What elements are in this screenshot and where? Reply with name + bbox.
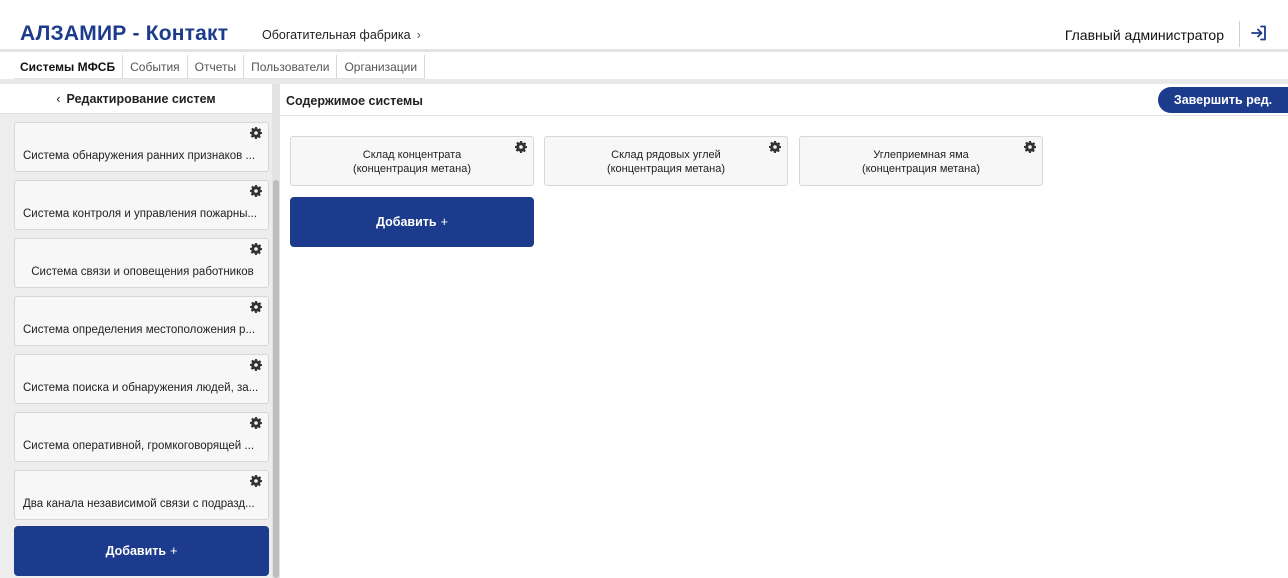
gear-icon[interactable] [250, 359, 262, 371]
plus-icon: + [440, 215, 448, 229]
systems-scrollbar-thumb[interactable] [273, 180, 279, 578]
gear-icon[interactable] [250, 127, 262, 139]
tab-events[interactable]: События [123, 55, 188, 79]
system-card-label: Два канала независимой связи с подразд..… [23, 498, 255, 510]
tab-reports[interactable]: Отчеты [188, 55, 245, 79]
panel-title: Редактирование систем [66, 91, 216, 106]
app-header: АЛЗАМИР - Контакт Обогатительная фабрика… [0, 0, 1288, 52]
element-card-line1: Углеприемная яма [873, 149, 969, 161]
system-card-label: Система обнаружения ранних признаков ... [23, 150, 256, 162]
gear-icon[interactable] [250, 475, 262, 487]
element-card-label: Склад концентрата (концентрация метана) [291, 148, 533, 176]
element-card[interactable]: Склад рядовых углей (концентрация метана… [544, 136, 788, 186]
main-tabs: Системы МФСБ События Отчеты Пользователи… [14, 55, 426, 79]
gear-icon[interactable] [250, 243, 262, 255]
logout-icon[interactable] [1250, 24, 1268, 42]
add-system-label: Добавить [105, 544, 167, 558]
element-card[interactable]: Склад концентрата (концентрация метана) [290, 136, 534, 186]
user-name[interactable]: Главный администратор [1065, 27, 1224, 43]
system-card[interactable]: Система обнаружения ранних признаков ... [14, 122, 269, 172]
app-title: АЛЗАМИР - Контакт [20, 22, 229, 45]
element-card[interactable]: Углеприемная яма (концентрация метана) [799, 136, 1043, 186]
element-card-label: Склад рядовых углей (концентрация метана… [545, 148, 787, 176]
system-card-label: Система контроля и управления пожарны... [23, 208, 258, 220]
gear-icon[interactable] [250, 301, 262, 313]
tab-users[interactable]: Пользователи [244, 55, 338, 79]
system-card[interactable]: Система определения местоположения р... [14, 296, 269, 346]
finish-edit-button[interactable]: Завершить ред. [1158, 87, 1288, 113]
system-card[interactable]: Система связи и оповещения работников [14, 238, 269, 288]
element-card-label: Углеприемная яма (концентрация метана) [800, 148, 1042, 176]
breadcrumb[interactable]: Обогатительная фабрика › [262, 28, 421, 42]
system-card[interactable]: Система оперативной, громкоговорящей ... [14, 412, 269, 462]
plus-icon: + [170, 544, 178, 558]
breadcrumb-item[interactable]: Обогатительная фабрика [262, 28, 411, 42]
chevron-right-icon: › [416, 28, 421, 42]
add-system-button[interactable]: Добавить + [14, 526, 269, 576]
system-content-header: Содержимое системы Завершить ред. [280, 84, 1288, 116]
system-card-label: Система оперативной, громкоговорящей ... [23, 440, 255, 452]
system-card-label: Система определения местоположения р... [23, 324, 256, 336]
systems-panel: ‹ Редактирование систем Система обнаруже… [0, 84, 272, 578]
gear-icon[interactable] [250, 417, 262, 429]
system-card[interactable]: Система поиска и обнаружения людей, за..… [14, 354, 269, 404]
tab-systems[interactable]: Системы МФСБ [14, 55, 124, 79]
add-element-label: Добавить [376, 215, 437, 229]
element-card-line1: Склад концентрата [362, 149, 462, 161]
element-card-line2: (концентрация метана) [606, 163, 726, 175]
element-card-line1: Склад рядовых углей [611, 149, 721, 161]
tab-organizations[interactable]: Организации [337, 55, 426, 79]
system-card-label: Система связи и оповещения работников [31, 266, 254, 278]
add-element-button[interactable]: Добавить + [290, 197, 534, 247]
gear-icon[interactable] [250, 185, 262, 197]
edit-systems-back-link[interactable]: ‹ Редактирование систем [0, 84, 272, 114]
system-card-label: Система поиска и обнаружения людей, за..… [23, 382, 259, 394]
header-divider [1239, 21, 1240, 47]
element-card-line2: (концентрация метана) [861, 163, 981, 175]
system-card[interactable]: Два канала независимой связи с подразд..… [14, 470, 269, 520]
chevron-left-icon: ‹ [56, 91, 61, 106]
system-content-title: Содержимое системы [286, 94, 423, 108]
element-card-line2: (концентрация метана) [352, 163, 472, 175]
system-card[interactable]: Система контроля и управления пожарны... [14, 180, 269, 230]
